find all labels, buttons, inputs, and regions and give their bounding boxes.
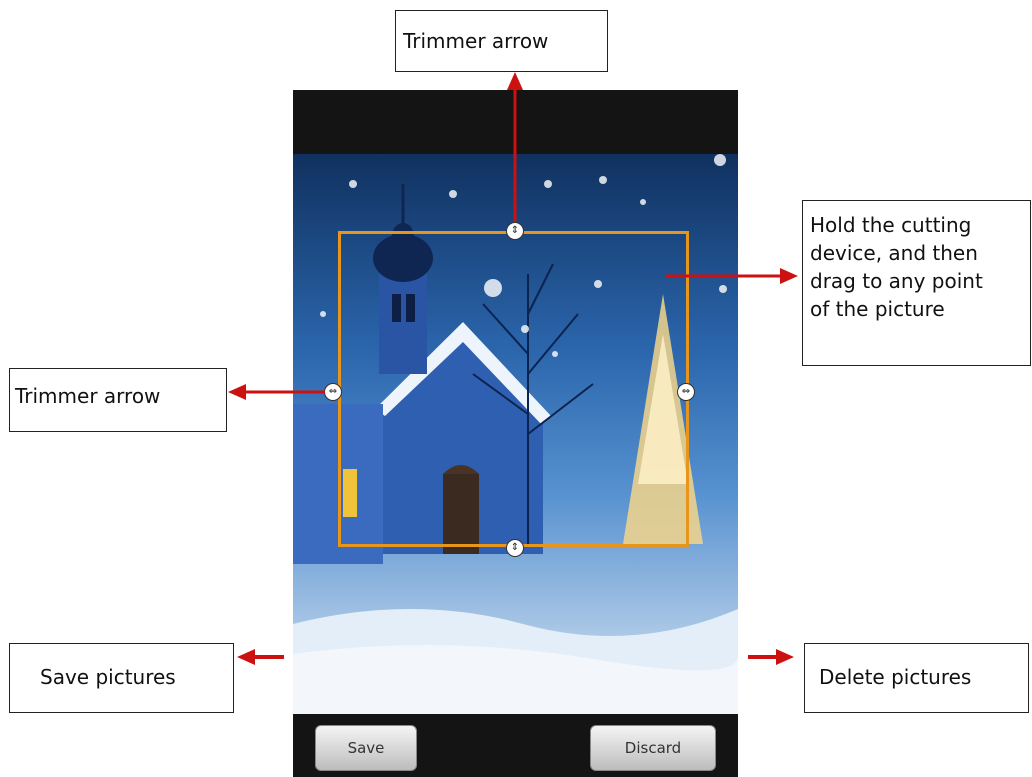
callout-save-label: Save pictures: [40, 665, 176, 689]
save-button[interactable]: Save: [315, 725, 417, 771]
arrow-right-to-delete-callout: [748, 649, 794, 665]
callout-delete-label: Delete pictures: [819, 665, 972, 689]
crop-handle-left[interactable]: ⇔: [324, 383, 342, 401]
horizontal-resize-icon: ⇔: [681, 386, 691, 397]
discard-button[interactable]: Discard: [590, 725, 716, 771]
callout-top-label: Trimmer arrow: [403, 29, 549, 53]
callout-delete-pictures: Delete pictures: [804, 643, 1029, 713]
bottom-button-bar: Save Discard: [293, 714, 738, 777]
callout-hold-line-2: device, and then: [810, 241, 978, 265]
vertical-resize-icon: ⇕: [510, 542, 520, 553]
crop-handle-top[interactable]: ⇕: [506, 222, 524, 240]
callout-hold-cutting-device: Hold the cutting device, and then drag t…: [802, 200, 1031, 366]
callout-save-pictures: Save pictures: [9, 643, 234, 713]
callout-top-trimmer-arrow: Trimmer arrow: [395, 10, 608, 72]
phone-screen: ⇕ ⇕ ⇔ ⇔ Save Discard: [293, 90, 738, 777]
callout-left-label: Trimmer arrow: [15, 384, 161, 408]
callout-hold-line-3: drag to any point: [810, 269, 983, 293]
callout-left-trimmer-arrow: Trimmer arrow: [9, 368, 227, 432]
crop-handle-right[interactable]: ⇔: [677, 383, 695, 401]
crop-frame[interactable]: [338, 231, 689, 547]
callout-hold-line-4: of the picture: [810, 297, 945, 321]
vertical-resize-icon: ⇕: [510, 225, 520, 236]
crop-handle-bottom[interactable]: ⇕: [506, 539, 524, 557]
horizontal-resize-icon: ⇔: [328, 386, 338, 397]
arrow-left-to-save-callout: [237, 649, 284, 665]
callout-hold-line-1: Hold the cutting: [810, 213, 972, 237]
